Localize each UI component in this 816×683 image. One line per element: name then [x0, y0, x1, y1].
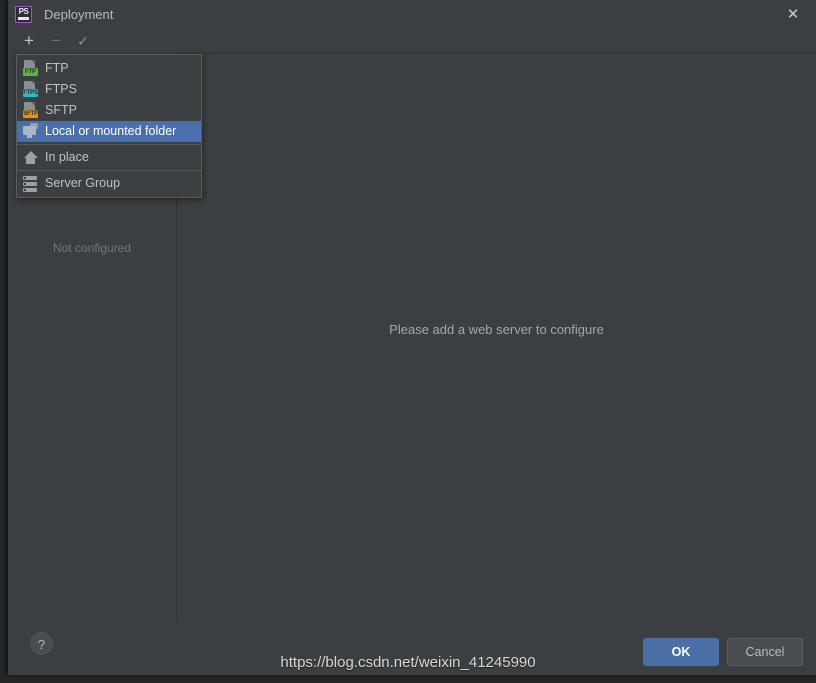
- ftp-icon: FTP: [22, 60, 39, 77]
- ftps-icon: FTPS: [22, 81, 39, 98]
- menu-item-sftp[interactable]: SFTP SFTP: [17, 100, 201, 121]
- cancel-button[interactable]: Cancel: [727, 638, 803, 666]
- menu-item-local-or-mounted-folder[interactable]: Local or mounted folder: [17, 121, 201, 142]
- title-bar: PS Deployment ✕: [8, 0, 816, 29]
- menu-item-label: FTP: [45, 61, 69, 75]
- screenshot-root: PS Deployment ✕ + − ✓ Not configured Ple…: [0, 0, 816, 683]
- empty-state-label: Not configured: [8, 241, 176, 255]
- menu-item-server-group[interactable]: Server Group: [17, 173, 201, 194]
- photoshop-ps-icon: PS: [15, 6, 32, 23]
- close-icon[interactable]: ✕: [770, 0, 816, 29]
- server-group-icon: [22, 175, 39, 192]
- add-server-type-menu: FTP FTP FTPS FTPS SFTP SFTP: [16, 54, 202, 198]
- home-icon: [22, 149, 39, 166]
- page-title: Deployment: [44, 6, 113, 23]
- menu-separator: [17, 144, 201, 145]
- ps-logo-bar: [18, 17, 29, 20]
- menu-item-label: FTPS: [45, 82, 77, 96]
- sftp-icon: SFTP: [22, 102, 39, 119]
- ftp-badge-label: FTP: [23, 68, 38, 76]
- menu-item-in-place[interactable]: In place: [17, 147, 201, 168]
- menu-separator: [17, 170, 201, 171]
- menu-item-label: In place: [45, 150, 89, 164]
- menu-item-label: Server Group: [45, 176, 120, 190]
- menu-item-ftp[interactable]: FTP FTP: [17, 58, 201, 79]
- minus-icon[interactable]: −: [46, 31, 66, 51]
- ok-button[interactable]: OK: [643, 638, 719, 666]
- local-folder-icon: [22, 123, 39, 140]
- config-hint-label: Please add a web server to configure: [177, 322, 816, 337]
- deployment-dialog: PS Deployment ✕ + − ✓ Not configured Ple…: [8, 0, 816, 675]
- menu-item-ftps[interactable]: FTPS FTPS: [17, 79, 201, 100]
- menu-item-label: SFTP: [45, 103, 77, 117]
- check-icon[interactable]: ✓: [73, 31, 93, 51]
- menu-item-label: Local or mounted folder: [45, 124, 176, 138]
- server-list-toolbar: + − ✓: [8, 29, 177, 54]
- help-icon[interactable]: ?: [30, 632, 53, 655]
- server-config-panel: Please add a web server to configure: [177, 53, 816, 620]
- ftps-badge-label: FTPS: [23, 89, 38, 97]
- dialog-footer: ? OK Cancel: [8, 620, 816, 675]
- sftp-badge-label: SFTP: [23, 110, 38, 118]
- plus-icon[interactable]: +: [19, 31, 39, 51]
